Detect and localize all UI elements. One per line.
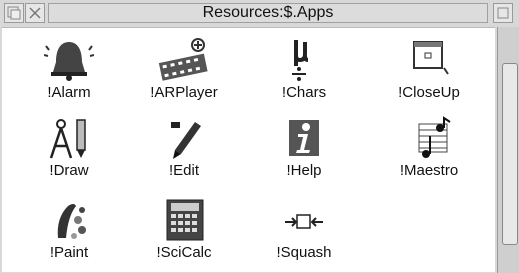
- app-item-arplayer[interactable]: !ARPlayer: [134, 36, 234, 102]
- app-label: !Chars: [281, 84, 327, 101]
- info-i-icon: [289, 120, 319, 156]
- app-label: !Alarm: [47, 84, 91, 101]
- paint-brush-icon: [57, 204, 86, 239]
- close-button[interactable]: [25, 3, 45, 23]
- app-label: !Edit: [168, 162, 199, 179]
- app-item-chars[interactable]: !Chars: [254, 36, 354, 102]
- squash-arrows-icon: [285, 214, 323, 229]
- title-bar[interactable]: Resources:$.Apps: [4, 2, 515, 26]
- vertical-scrollbar[interactable]: [497, 27, 519, 273]
- toggle-size-icon: [497, 7, 509, 19]
- calculator-icon: [166, 199, 204, 241]
- film-strip-icon: [158, 38, 208, 81]
- compass-pencil-icon: [49, 119, 86, 159]
- app-label: !Maestro: [399, 162, 459, 179]
- pen-icon: [171, 122, 201, 159]
- magnifier-window-icon: [413, 41, 449, 75]
- app-item-closeup[interactable]: !CloseUp: [379, 36, 479, 102]
- app-item-draw[interactable]: !Draw: [19, 116, 119, 180]
- window-title: Resources:$.Apps: [48, 3, 488, 23]
- filer-window: Resources:$.Apps !Alarm !ARPlayer !Chars…: [0, 0, 519, 273]
- app-label: !CloseUp: [398, 84, 460, 101]
- back-icon: [7, 6, 21, 20]
- app-item-edit[interactable]: !Edit: [134, 116, 234, 180]
- app-item-paint[interactable]: !Paint: [19, 198, 119, 262]
- app-item-alarm[interactable]: !Alarm: [19, 36, 119, 102]
- app-label: !Paint: [49, 244, 89, 261]
- app-label: !Help: [286, 162, 322, 179]
- app-item-scicalc[interactable]: !SciCalc: [134, 198, 234, 262]
- app-icons-pane: !Alarm !ARPlayer !Chars !CloseUp !Draw !…: [2, 27, 495, 272]
- close-icon: [29, 7, 41, 19]
- app-item-squash[interactable]: !Squash: [254, 198, 354, 262]
- app-label: !ARPlayer: [150, 84, 218, 101]
- mu-divide-icon: [292, 40, 309, 81]
- toggle-size-button[interactable]: [493, 3, 513, 23]
- back-button[interactable]: [4, 3, 24, 23]
- app-item-help[interactable]: !Help: [254, 116, 354, 180]
- scrollbar-thumb[interactable]: [502, 63, 518, 245]
- app-item-maestro[interactable]: !Maestro: [379, 116, 479, 180]
- app-label: !Squash: [276, 244, 332, 261]
- alarm-bell-icon: [44, 42, 94, 81]
- app-label: !SciCalc: [156, 244, 212, 261]
- app-label: !Draw: [49, 162, 89, 179]
- music-notes-icon: [418, 116, 451, 158]
